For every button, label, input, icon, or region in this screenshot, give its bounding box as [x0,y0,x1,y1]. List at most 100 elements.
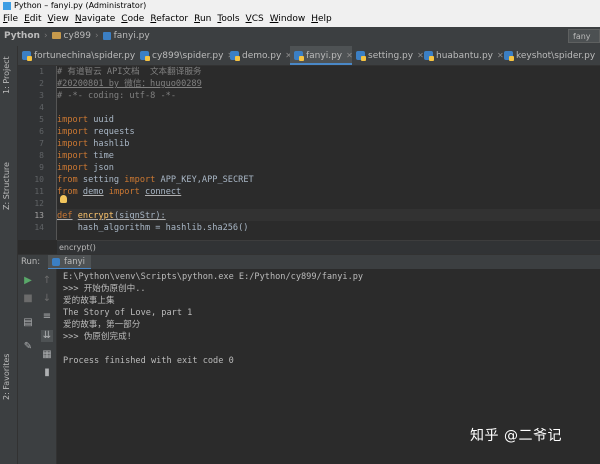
comment-text: # 有道智云 API文档 文本翻译服务 [57,67,202,77]
stop-icon[interactable]: ■ [22,293,34,305]
editor-gutter: 1 2 3 4 5 6 7 8 9 10 11 12 13 14 [18,66,57,240]
console-line: 爱的故事，第一部分 [63,320,141,330]
code-line-3: # -*- coding: utf-8 -*- [57,90,176,102]
console-line: >>> 开始伪原创中.. [63,284,146,294]
tab-label: keyshot\spider.py [516,51,596,61]
line-number: 11 [34,187,44,196]
tab-fortunechina-spider[interactable]: fortunechina\spider.py✕ [18,46,146,65]
keyword: import [57,163,89,173]
layout-icon[interactable]: ▤ [22,317,34,329]
tab-label: demo.py [242,51,282,61]
line-number-current: 13 [34,211,44,220]
line-number: 7 [39,139,44,148]
menu-file[interactable]: File [0,12,21,27]
tab-label: fanyi.py [306,51,343,61]
menu-vcs[interactable]: VCS [243,12,267,27]
function-name: encrypt [77,211,114,221]
module-name: demo [82,187,104,197]
console-line: The Story of Love, part 1 [63,308,193,318]
menu-navigate[interactable]: Navigate [72,12,118,27]
tab-setting[interactable]: setting.py ✕ [352,46,424,65]
menu-help[interactable]: Help [308,12,335,27]
python-file-icon [294,51,304,61]
menu-tools[interactable]: Tools [214,12,242,27]
module-name: uuid [93,115,114,125]
run-label: Run: [21,257,41,267]
keyword: def [57,211,73,221]
nav-file[interactable]: fanyi.py [99,27,154,46]
trash-icon[interactable]: ▮ [41,367,53,379]
code-line-5: import uuid [57,114,114,126]
line-number: 9 [39,163,44,172]
arrow-down-icon[interactable]: ↓ [41,293,53,305]
comment-text: # -*- coding: utf-8 -*- [57,91,176,101]
tab-demo[interactable]: demo.py ✕ [226,46,292,65]
python-file-icon [22,51,32,61]
tab-label: setting.py [368,51,414,61]
print-icon[interactable]: ▦ [41,349,53,361]
run-toolbar: ▶ ↑ ■ ↓ ≡ ▤ ⇊ ✎ ▦ ▮ [18,269,57,464]
code-line-8: import time [57,150,114,162]
arrow-up-icon[interactable]: ↑ [41,275,53,287]
line-number: 4 [39,103,44,112]
python-file-icon [230,51,240,61]
navigation-bar: Python › cy899 › fanyi.py fany [0,27,600,47]
structure-tool-tab[interactable]: Z: Structure [2,154,15,210]
scroll-to-end-icon[interactable]: ⇊ [41,330,53,342]
editor-tabs: fortunechina\spider.py✕ cy899\spider.py✕… [18,46,600,66]
module-name: json [93,163,114,173]
tab-cy899-spider[interactable]: cy899\spider.py✕ [136,46,234,65]
line-number: 3 [39,91,44,100]
tab-huabantu[interactable]: huabantu.py ✕ [420,46,504,65]
editor-breadcrumb[interactable]: encrypt() [57,240,600,254]
console-line: 爱的故事上集 [63,296,115,306]
keyword: import [57,151,89,161]
line-number: 14 [34,223,44,232]
function-args: (signStr): [113,211,166,221]
line-number: 6 [39,127,44,136]
code-line-14: hash_algorithm = hashlib.sha256() [57,223,249,233]
imported-names: APP_KEY,APP_SECRET [160,175,254,185]
nav-folder-label: cy899 [63,31,91,41]
line-number: 8 [39,151,44,160]
python-file-icon [102,31,111,40]
pycharm-app-icon [3,2,11,10]
folder-icon [51,32,61,39]
lightbulb-icon[interactable] [60,195,67,203]
menu-run[interactable]: Run [191,12,214,27]
menu-code[interactable]: Code [118,12,147,27]
nav-project[interactable]: Python [0,27,44,46]
code-line-9: import json [57,162,114,174]
keyword: import [57,139,89,149]
code-editor[interactable]: # 有道智云 API文档 文本翻译服务 #20200801 by 微信：hugu… [57,66,600,240]
nav-folder[interactable]: cy899 [48,27,95,46]
menu-window[interactable]: Window [267,12,309,27]
tab-label: huabantu.py [436,51,493,61]
code-line-7: import hashlib [57,138,129,150]
line-number: 2 [39,79,44,88]
python-file-icon [52,258,60,266]
menu-bar: File Edit View Navigate Code Refactor Run Tools… [0,12,600,27]
run-tab-fanyi[interactable]: fanyi [48,255,91,270]
python-file-icon [504,51,514,61]
line-number: 10 [34,175,44,184]
favorites-tool-tab[interactable]: 2: Favorites [2,352,15,400]
project-tool-tab[interactable]: 1: Project [2,50,15,94]
line-number: 5 [39,115,44,124]
menu-refactor[interactable]: Refactor [147,12,191,27]
soft-wrap-icon[interactable]: ≡ [41,311,53,323]
code-line-13: def encrypt(signStr): [57,210,166,222]
python-file-icon [424,51,434,61]
console-line: E:\Python\venv\Scripts\python.exe E:/Pyt… [63,272,364,282]
run-configuration-selector[interactable]: fany [568,29,600,43]
console-line: >>> 伪原创完成! [63,332,132,342]
run-panel-header: Run: fanyi [18,254,600,270]
tab-keyshot-spider[interactable]: keyshot\spider.py✕ [500,46,600,65]
code-line-11: from demo import connect [57,186,181,198]
keyword: from [57,175,78,185]
rerun-icon[interactable]: ▶ [22,275,34,287]
menu-edit[interactable]: Edit [21,12,44,27]
pin-icon[interactable]: ✎ [22,341,34,353]
tab-fanyi[interactable]: fanyi.py ✕ [290,46,353,65]
menu-view[interactable]: View [45,12,72,27]
